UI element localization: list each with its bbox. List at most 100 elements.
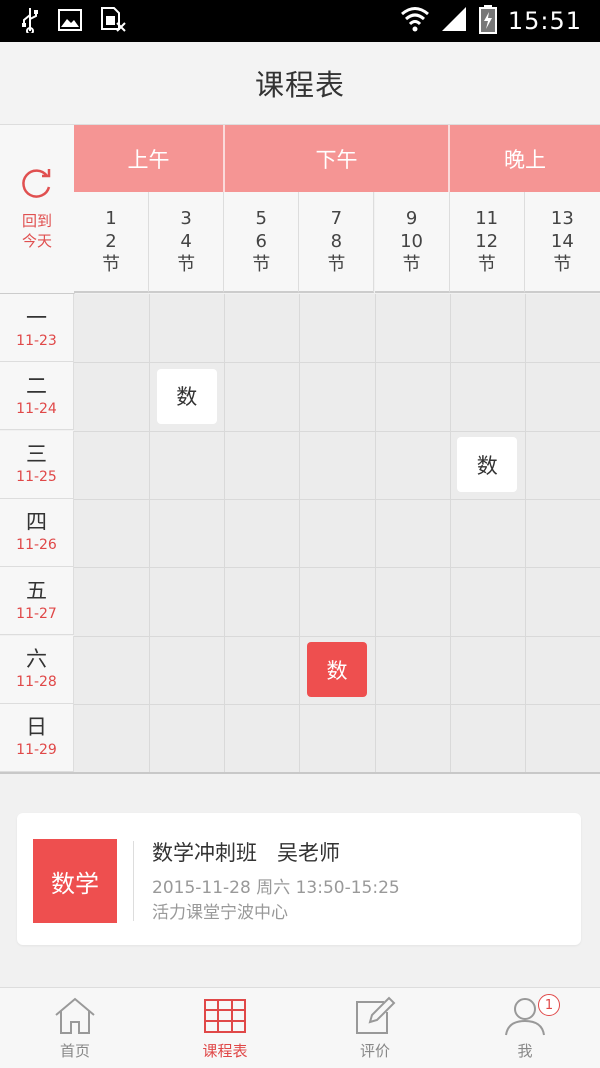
nav-review-label: 评价: [359, 1042, 390, 1060]
grid-vline: [524, 294, 526, 772]
wifi-icon: [400, 4, 430, 38]
grid-vline: [449, 294, 451, 772]
course-time: 2015-11-28 周六 13:50-15:25: [152, 878, 400, 898]
image-icon: [58, 9, 82, 35]
nav-me[interactable]: 我 1: [450, 988, 600, 1068]
card-divider: [133, 841, 134, 921]
title-bar: 课程表: [0, 42, 600, 125]
day-cell: 日 11-29: [0, 703, 74, 772]
day-date: 11-25: [16, 469, 57, 486]
grid-hline: [74, 430, 600, 432]
slot-header-b: 6: [255, 231, 267, 252]
course-block[interactable]: 数: [306, 642, 367, 698]
home-icon: [53, 996, 97, 1040]
day-cell: 二 11-24: [0, 362, 74, 431]
course-title: 数学冲刺班 吴老师: [152, 841, 341, 865]
slot-header: 9 10 节: [374, 192, 450, 293]
day-name: 四: [26, 510, 47, 535]
slot-header: 78节: [299, 192, 375, 293]
period-afternoon: 下午: [225, 125, 450, 192]
period-morning: 上午: [74, 125, 225, 192]
slot-header: 56节: [224, 192, 300, 293]
day-cell: 四 11-26: [0, 498, 74, 567]
status-time: 15:51: [507, 7, 582, 35]
period-evening: 晚上: [450, 125, 600, 192]
slot-header-b: 2: [105, 231, 117, 252]
slot-header: 12节: [74, 192, 149, 293]
slot-header-unit: 节: [177, 254, 196, 275]
refresh-icon: [20, 167, 54, 205]
course-place: 活力课堂宁波中心: [152, 903, 288, 923]
slot-header-a: 13: [550, 208, 574, 229]
day-date: 11-29: [16, 742, 57, 759]
nav-home[interactable]: 首页: [0, 988, 150, 1068]
day-name: 二: [26, 373, 47, 398]
nav-schedule[interactable]: 课程表: [150, 988, 300, 1068]
schedule-grid[interactable]: 数数数: [74, 294, 600, 772]
edit-icon: [354, 996, 396, 1040]
bottom-nav: 首页 课程表 评价 我 1: [0, 987, 600, 1068]
nav-review[interactable]: 评价: [300, 988, 450, 1068]
day-name: 六: [26, 647, 47, 671]
slot-header-a: 5: [255, 208, 267, 229]
grid-hline: [74, 362, 600, 364]
grid-hline: [74, 567, 600, 569]
slot-header-unit: 节: [402, 254, 421, 275]
slot-header-unit: 节: [553, 254, 572, 275]
grid-vline: [374, 294, 376, 772]
day-date: 11-27: [16, 605, 57, 622]
slot-header-b: 8: [330, 231, 343, 252]
day-date: 11-28: [16, 674, 57, 690]
slot-header-a: 9: [405, 208, 418, 229]
slot-header: 11 12 节: [449, 192, 525, 293]
day-name: 三: [26, 442, 47, 467]
slot-header-unit: 节: [102, 254, 120, 275]
sim-card-icon: [100, 7, 126, 37]
subject-badge: 数学: [33, 839, 117, 923]
day-date: 11-24: [16, 400, 57, 417]
day-cell: 六 11-28: [0, 635, 74, 704]
day-cell: 三 11-25: [0, 430, 74, 499]
signal-icon: [440, 5, 468, 37]
page-title: 课程表: [254, 68, 345, 102]
slot-header-b: 14: [550, 231, 574, 252]
slot-header-a: 3: [180, 208, 192, 229]
nav-me-label: 我: [517, 1042, 533, 1060]
course-block[interactable]: 数: [156, 368, 217, 424]
day-date: 11-26: [16, 537, 57, 554]
grid-vline: [224, 294, 226, 772]
status-bar: 15:51: [0, 0, 600, 42]
day-name: 一: [26, 305, 47, 330]
day-name: 五: [26, 578, 47, 603]
slot-header-b: 10: [400, 231, 423, 252]
course-block[interactable]: 数: [457, 437, 518, 493]
slot-header: 34节: [149, 192, 225, 293]
day-cell: 一 11-23: [0, 294, 74, 362]
slot-header-a: 7: [330, 208, 343, 229]
schedule-grid-icon: [203, 998, 247, 1038]
slot-header: 13 14 节: [524, 192, 600, 293]
day-cell: 五 11-27: [0, 567, 74, 636]
day-name: 日: [26, 715, 47, 740]
grid-hline: [74, 635, 600, 637]
notification-badge: 1: [538, 994, 560, 1016]
back-to-today-button[interactable]: 回到 今天: [0, 125, 75, 295]
nav-home-label: 首页: [59, 1042, 90, 1060]
usb-icon: [20, 7, 40, 37]
today-label-line2: 今天: [21, 232, 52, 250]
slot-header-b: 4: [180, 231, 192, 252]
day-date: 11-23: [16, 332, 57, 349]
course-detail-card[interactable]: 数学 数学冲刺班 吴老师 2015-11-28 周六 13:50-15:25 活…: [17, 813, 581, 945]
slot-header-unit: 节: [327, 254, 346, 275]
slot-header-a: 11: [475, 208, 499, 229]
slot-header-unit: 节: [477, 254, 496, 275]
grid-vline: [149, 294, 151, 772]
nav-schedule-label: 课程表: [202, 1042, 248, 1060]
grid-hline: [74, 498, 600, 500]
battery-icon: [478, 4, 498, 38]
grid-vline: [299, 294, 301, 772]
slot-header-unit: 节: [252, 254, 271, 275]
today-label-line1: 回到: [21, 212, 52, 230]
grid-bottom-divider: [0, 772, 600, 774]
slot-header-b: 12: [475, 231, 499, 252]
